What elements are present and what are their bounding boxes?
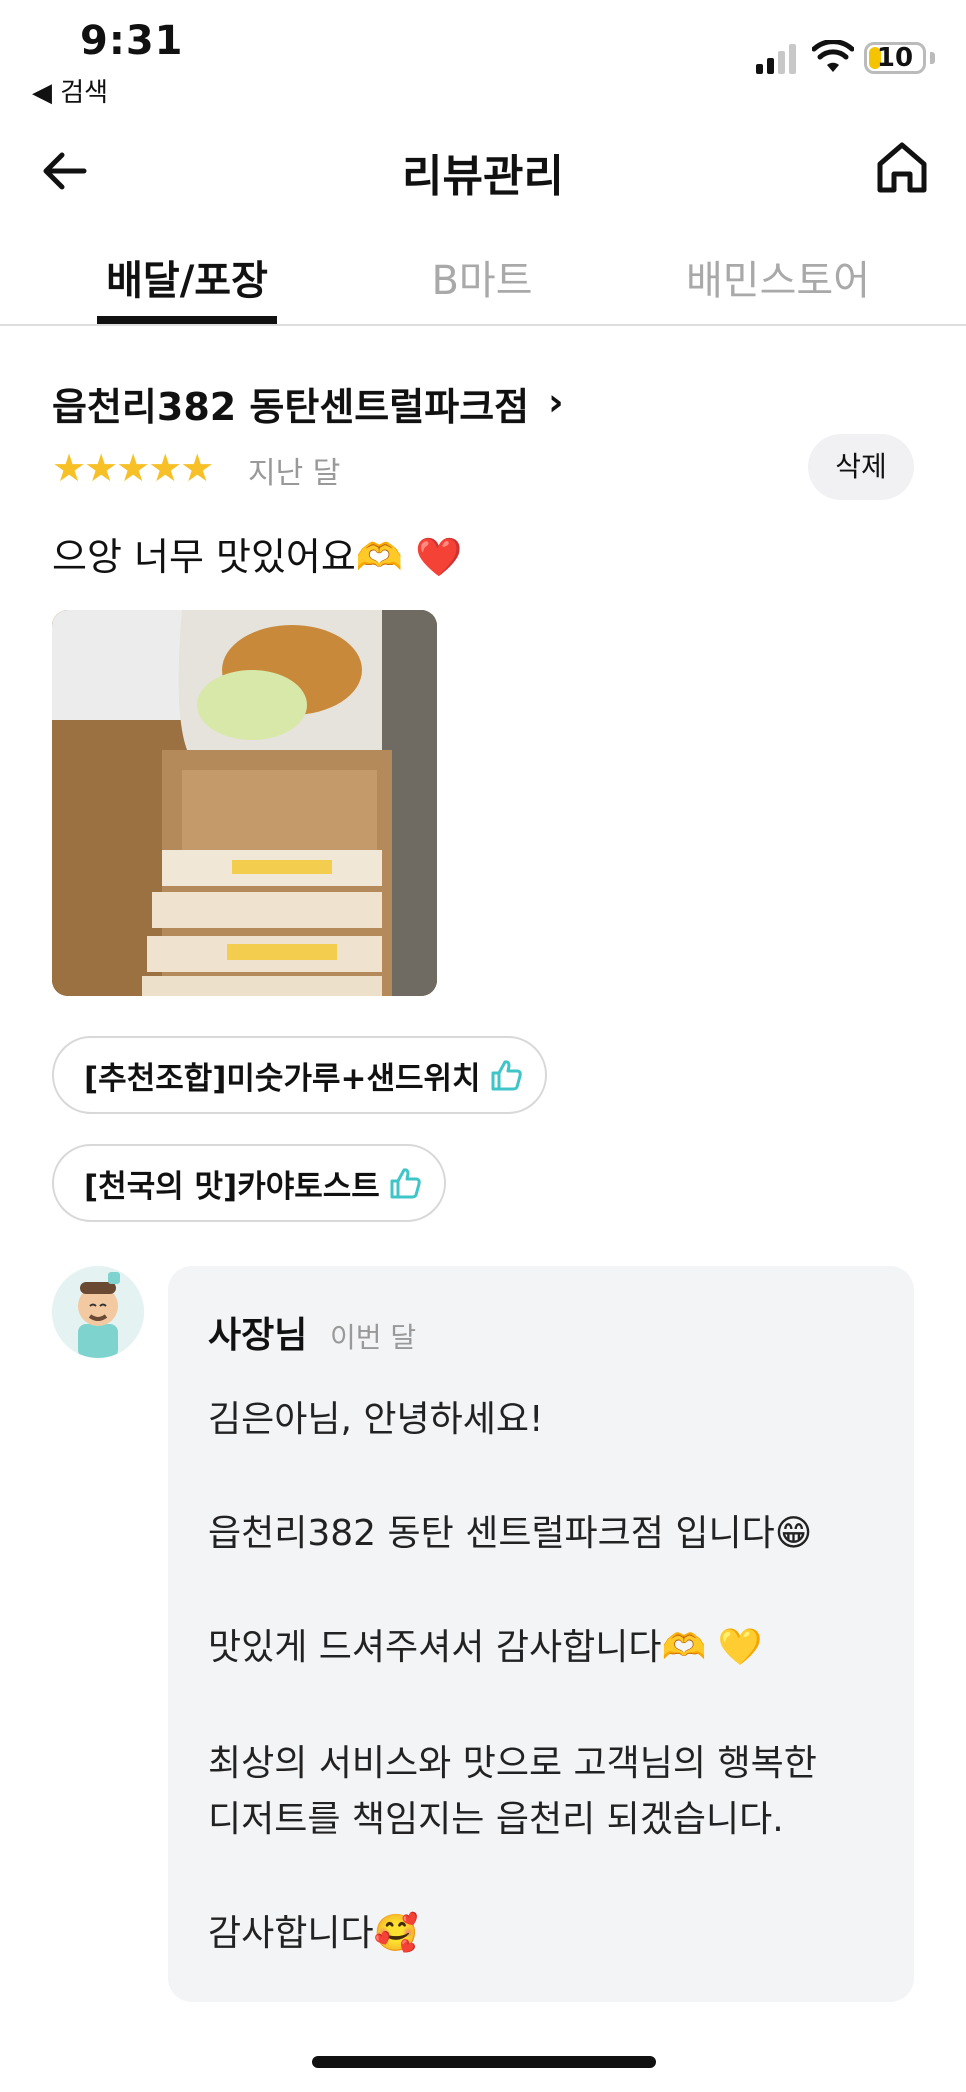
rating-stars: ★★★★★	[52, 446, 214, 490]
battery-icon: 10	[864, 42, 926, 74]
tabs-divider	[0, 324, 966, 326]
review-text: 으앙 너무 맛있어요🫶 ❤️	[52, 535, 463, 579]
owner-avatar	[52, 1266, 144, 1358]
battery-tip	[930, 52, 935, 64]
home-indicator[interactable]	[312, 2056, 656, 2068]
menu-chip-2[interactable]: [천국의 맛]카야토스트	[52, 1144, 446, 1222]
owner-name: 사장님	[208, 1315, 308, 1356]
reply-line: 읍천리382 동탄 센트럴파크점 입니다😁	[208, 1513, 813, 1554]
home-icon[interactable]	[874, 140, 930, 196]
review-photo[interactable]	[52, 610, 437, 996]
store-name-link[interactable]: 읍천리382 동탄센트럴파크점	[52, 376, 529, 431]
tab-baemin-store[interactable]: 배민스토어	[628, 248, 928, 306]
reply-line: 감사합니다🥰	[208, 1913, 419, 1954]
menu-chip-label: [추천조합]미숫가루+샌드위치	[84, 1060, 481, 1097]
reply-line: 최상의 서비스와 맛으로 고객님의 행복한	[208, 1743, 817, 1784]
page-title: 리뷰관리	[402, 151, 564, 202]
reply-line: 맛있게 드셔주셔서 감사합니다🫶 💛	[208, 1627, 763, 1668]
menu-chip-label: [천국의 맛]카야토스트	[84, 1168, 380, 1205]
reply-line: 김은아님, 안녕하세요!	[208, 1399, 544, 1440]
chevron-right-icon[interactable]: ›	[548, 380, 564, 424]
thumbs-up-icon	[390, 1168, 421, 1199]
battery-level: 10	[876, 43, 914, 73]
owner-reply-date: 이번 달	[330, 1321, 417, 1354]
wifi-icon	[812, 40, 854, 72]
status-time: 9:31	[80, 18, 184, 64]
active-tab-indicator	[97, 316, 277, 324]
cellular-signal-icon	[756, 44, 796, 74]
delete-button[interactable]: 삭제	[808, 434, 914, 500]
menu-chip-1[interactable]: [추천조합]미숫가루+샌드위치	[52, 1036, 547, 1114]
review-date: 지난 달	[248, 456, 341, 491]
thumbs-up-icon	[491, 1060, 522, 1091]
tab-bmart[interactable]: B마트	[332, 248, 632, 306]
tab-delivery[interactable]: 배달/포장	[37, 248, 337, 306]
back-to-app-link[interactable]: ◀ 검색	[32, 72, 108, 109]
reply-line: 디저트를 책임지는 읍천리 되겠습니다.	[208, 1799, 784, 1840]
